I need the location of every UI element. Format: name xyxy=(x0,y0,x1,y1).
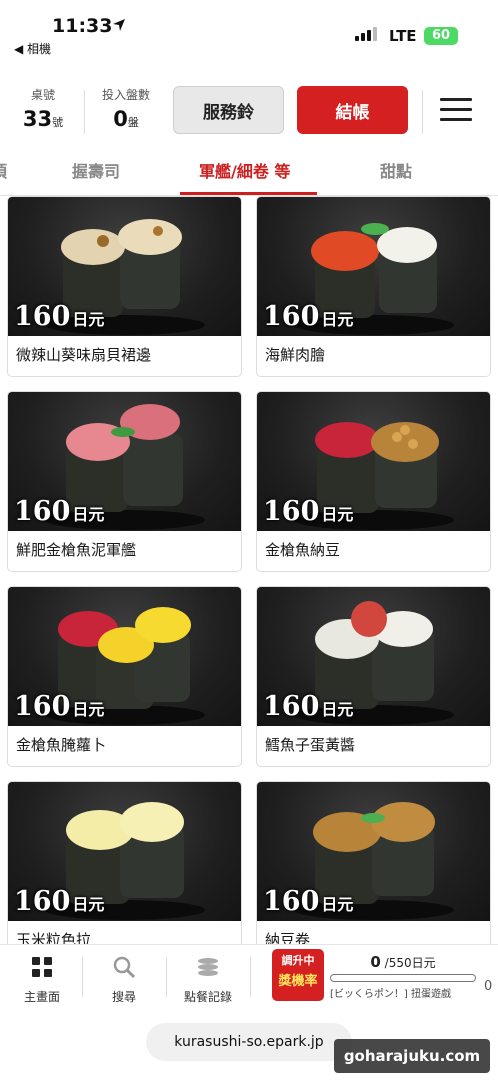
sushi-photo: 160 日元 xyxy=(8,392,241,531)
gacha-odds-badge[interactable]: 調升中 獎機率 xyxy=(272,949,324,1001)
table-number: 桌號 33號 xyxy=(22,88,64,131)
status-bar: 11:33 ◀ 相機 LTE 60 xyxy=(0,0,498,66)
price-tag: 160 日元 xyxy=(14,691,105,722)
divider xyxy=(166,957,167,997)
price-tag: 160 日元 xyxy=(14,886,105,917)
sushi-photo: 160 日元 xyxy=(257,587,490,726)
sushi-photo: 160 日元 xyxy=(8,587,241,726)
divider xyxy=(422,90,423,134)
menu-item-name: 微辣山葵味扇貝裙邊 xyxy=(16,346,152,364)
clock: 11:33 xyxy=(52,15,113,37)
sushi-photo: 160 日元 xyxy=(257,782,490,921)
battery-icon: 60 xyxy=(424,27,458,45)
sushi-photo: 160 日元 xyxy=(8,197,241,336)
gacha-progress: 0 /550日元 [ビッくらポン！] 扭蛋遊戲 xyxy=(330,953,476,1000)
hamburger-menu-icon[interactable] xyxy=(440,98,472,122)
location-arrow-icon xyxy=(113,19,125,31)
tab-nigiri[interactable]: 握壽司 xyxy=(72,158,120,182)
price-tag: 160 日元 xyxy=(14,496,105,527)
price-tag: 160 日元 xyxy=(263,496,354,527)
price-tag: 160 日元 xyxy=(263,691,354,722)
watermark: goharajuku.com xyxy=(334,1039,490,1073)
divider xyxy=(82,957,83,997)
sushi-photo: 160 日元 xyxy=(257,197,490,336)
menu-item-name: 玉米粒色拉 xyxy=(16,931,92,944)
order-header: 桌號 33號 投入盤數 0盤 服務鈴 結帳 xyxy=(0,74,498,148)
nav-home[interactable]: 主畫面 xyxy=(18,955,66,1005)
menu-item-name: 金槍魚納豆 xyxy=(265,541,341,559)
price-tag: 160 日元 xyxy=(263,886,354,917)
menu-item-card[interactable]: 160 日元 海鮮肉膾 xyxy=(256,196,491,377)
menu-item-name: 鮮肥金槍魚泥軍艦 xyxy=(16,541,137,559)
plate-count: 投入盤數 0盤 xyxy=(101,88,150,131)
divider xyxy=(84,90,85,134)
menu-item-name: 鱈魚子蛋黃醬 xyxy=(265,736,356,754)
menu-item-card[interactable]: 160 日元 微辣山葵味扇貝裙邊 xyxy=(7,196,242,377)
search-icon xyxy=(113,956,136,979)
category-tabs: 頂 握壽司 軍艦/細卷 等 甜點 xyxy=(0,148,498,196)
url-bar[interactable]: kurasushi-so.epark.jp xyxy=(146,1023,352,1061)
signal-icon xyxy=(355,27,377,41)
menu-grid: 160 日元 微辣山葵味扇貝裙邊 160 日元 海鮮肉膾 160 日元 鮮肥金槍… xyxy=(0,196,498,944)
tab-partial[interactable]: 頂 xyxy=(0,158,7,182)
menu-item-name: 納豆卷 xyxy=(265,931,311,944)
menu-item-card[interactable]: 160 日元 金槍魚納豆 xyxy=(256,391,491,572)
menu-item-card[interactable]: 160 日元 納豆卷 xyxy=(256,781,491,944)
network-label: LTE xyxy=(389,27,417,45)
menu-item-name: 海鮮肉膾 xyxy=(265,346,326,364)
menu-item-card[interactable]: 160 日元 玉米粒色拉 xyxy=(7,781,242,944)
nav-search[interactable]: 搜尋 xyxy=(100,955,148,1005)
checkout-button[interactable]: 結帳 xyxy=(297,86,408,134)
progress-bar xyxy=(330,974,476,982)
tab-gunkan[interactable]: 軍艦/細卷 等 xyxy=(199,158,290,182)
nav-order-history[interactable]: 點餐記錄 xyxy=(180,955,236,1005)
menu-item-card[interactable]: 160 日元 金槍魚腌蘿卜 xyxy=(7,586,242,767)
menu-item-card[interactable]: 160 日元 鱈魚子蛋黃醬 xyxy=(256,586,491,767)
plate-stack-icon xyxy=(198,958,218,976)
sushi-photo: 160 日元 xyxy=(257,392,490,531)
price-tag: 160 日元 xyxy=(263,301,354,332)
price-tag: 160 日元 xyxy=(14,301,105,332)
back-to-camera-link[interactable]: ◀ 相機 xyxy=(14,40,51,57)
sushi-photo: 160 日元 xyxy=(8,782,241,921)
bottom-navigation: 主畫面 搜尋 點餐記錄 調升中 獎機率 0 /550日元 [ビッくらポン！] 扭… xyxy=(0,944,498,1080)
divider xyxy=(250,957,251,997)
grid-icon xyxy=(32,957,52,977)
service-bell-button[interactable]: 服務鈴 xyxy=(173,86,284,134)
tab-dessert[interactable]: 甜點 xyxy=(380,158,412,182)
active-tab-indicator xyxy=(180,192,317,195)
menu-item-name: 金槍魚腌蘿卜 xyxy=(16,736,107,754)
menu-item-card[interactable]: 160 日元 鮮肥金槍魚泥軍艦 xyxy=(7,391,242,572)
trailing-count: 0 xyxy=(484,979,493,994)
